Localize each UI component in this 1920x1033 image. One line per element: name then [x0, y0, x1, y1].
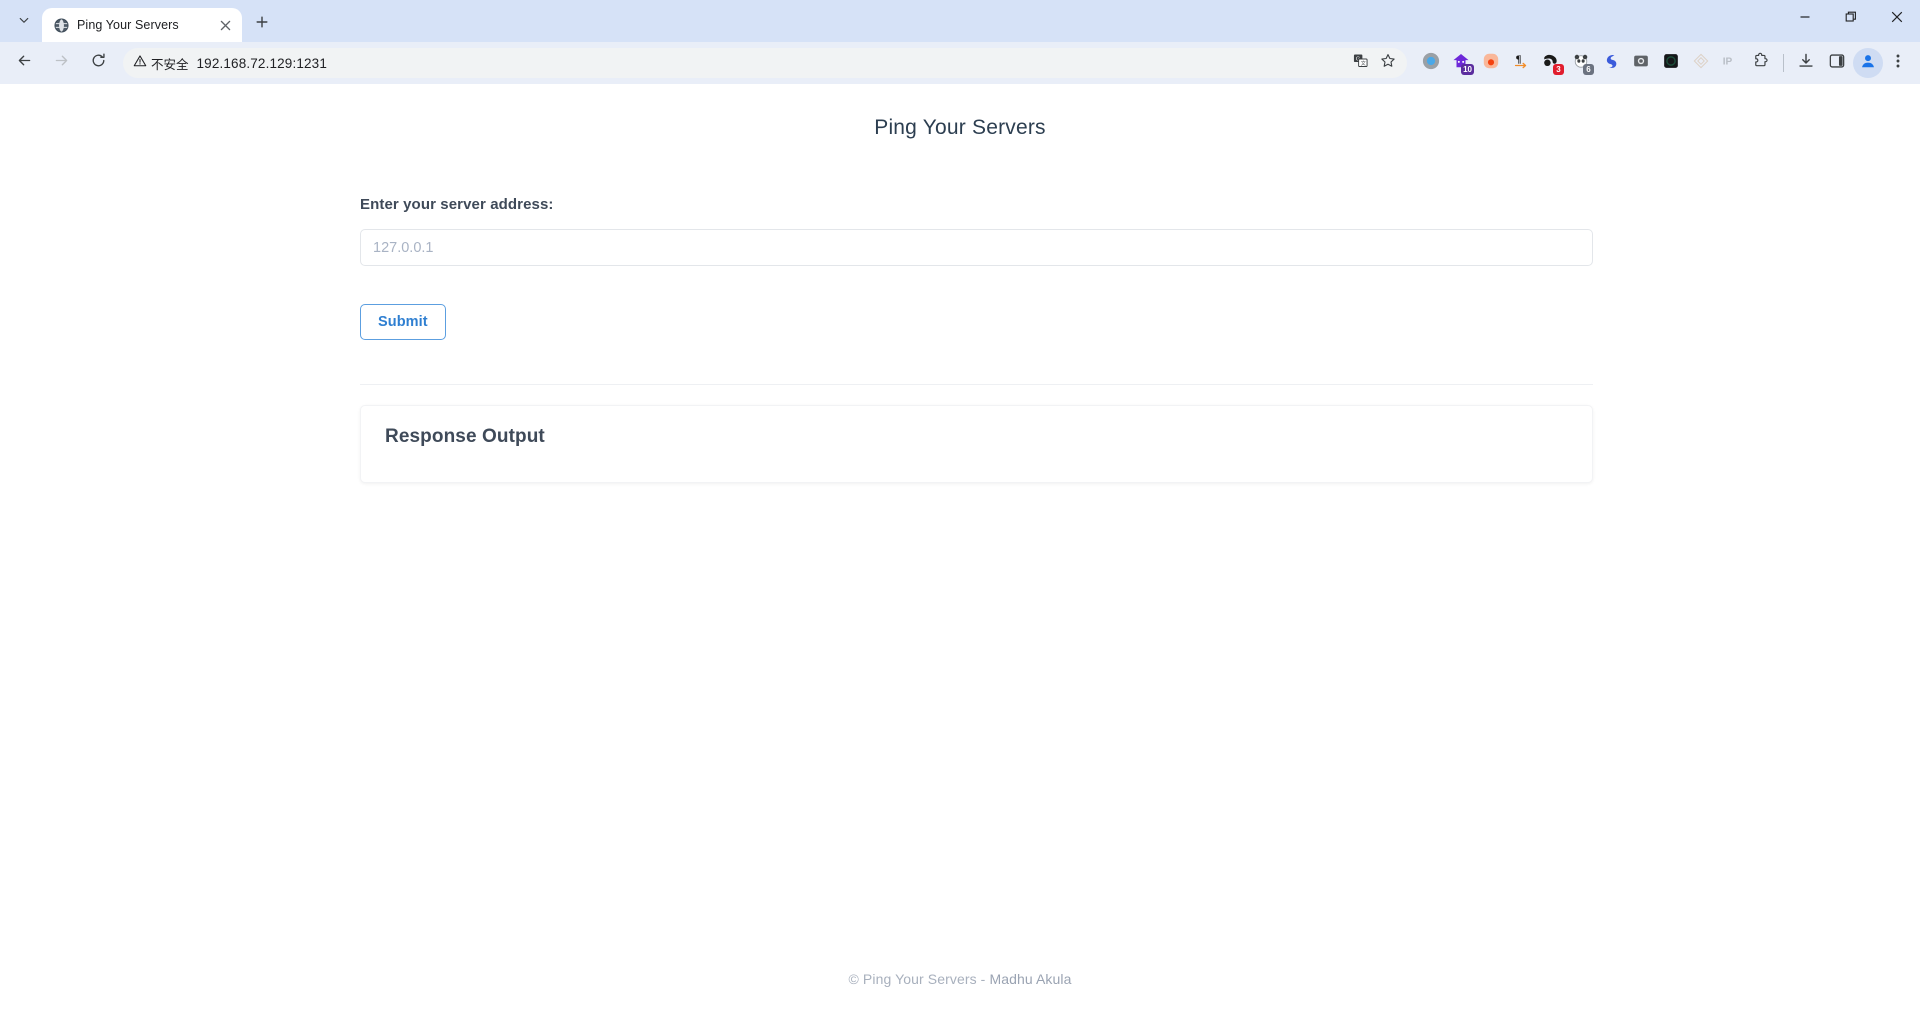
star-icon — [1380, 53, 1396, 74]
ext-diamond-outline-button[interactable] — [1686, 48, 1716, 78]
forward-arrow-icon — [53, 52, 70, 74]
reload-button[interactable] — [83, 48, 113, 78]
profile-button[interactable] — [1853, 48, 1883, 78]
response-output-heading: Response Output — [385, 426, 545, 447]
security-label: 不安全 — [151, 57, 189, 72]
submit-button[interactable]: Submit — [360, 304, 446, 340]
browser-menu-button[interactable] — [1884, 48, 1912, 78]
ext-orange-blob-button[interactable] — [1476, 48, 1506, 78]
chevron-down-icon — [18, 13, 30, 31]
ext-camera-gray-button[interactable] — [1626, 48, 1656, 78]
avatar-icon — [1859, 52, 1877, 75]
ext-dark-square-icon — [1662, 52, 1680, 75]
ext-panda-button[interactable]: 6 — [1566, 48, 1596, 78]
footer-copyright: © Ping Your Servers - — [848, 971, 990, 987]
close-window-button[interactable] — [1874, 0, 1920, 38]
svg-text:文: 文 — [1360, 60, 1365, 67]
globe-icon — [53, 17, 69, 33]
close-icon[interactable] — [216, 16, 234, 34]
new-tab-button[interactable] — [248, 10, 276, 38]
window-controls — [1782, 0, 1920, 38]
footer-author: Madhu Akula — [989, 971, 1072, 987]
tab-strip: Ping Your Servers — [0, 0, 1920, 42]
download-icon — [1797, 52, 1815, 75]
ext-camera-gray-icon — [1632, 52, 1650, 75]
ext-ip-label-icon: IP — [1720, 52, 1742, 75]
restore-icon — [1845, 10, 1857, 28]
ext-badge-count: 3 — [1553, 64, 1564, 75]
warning-triangle-icon — [133, 54, 147, 73]
page-container: Enter your server address: Submit Respon… — [345, 196, 1593, 483]
section-divider — [360, 384, 1593, 385]
omnibox-actions: G 文 — [1347, 50, 1401, 76]
address-bar[interactable]: 不安全 192.168.72.129:1231 G 文 — [123, 48, 1407, 78]
browser-tab[interactable]: Ping Your Servers — [42, 8, 242, 42]
ext-dark-square-button[interactable] — [1656, 48, 1686, 78]
page-title: Ping Your Servers — [874, 116, 1046, 139]
browser-toolbar: 不安全 192.168.72.129:1231 G 文 10 ¶ 3 6 IP — [0, 42, 1920, 84]
ext-black-red-button[interactable]: 3 — [1536, 48, 1566, 78]
ext-badge-count: 10 — [1461, 64, 1474, 75]
translate-icon: G 文 — [1353, 53, 1368, 73]
ext-blue-swirl-button[interactable] — [1596, 48, 1626, 78]
back-arrow-icon — [16, 52, 33, 74]
reload-icon — [90, 52, 107, 74]
ext-pilcrow-arrow-button[interactable]: ¶ — [1506, 48, 1536, 78]
ext-circle-blue-icon — [1422, 52, 1440, 75]
close-icon — [1891, 10, 1903, 28]
server-address-label: Enter your server address: — [360, 196, 554, 213]
ext-purple-house-button[interactable]: 10 — [1446, 48, 1476, 78]
extensions-puzzle-button[interactable] — [1746, 48, 1776, 78]
ext-blue-swirl-icon — [1602, 52, 1620, 75]
svg-text:¶: ¶ — [1516, 53, 1522, 65]
downloads-button[interactable] — [1791, 48, 1821, 78]
forward-button[interactable] — [46, 48, 76, 78]
minimize-icon — [1799, 10, 1811, 28]
ext-badge-count: 6 — [1583, 64, 1594, 75]
svg-text:IP: IP — [1723, 56, 1733, 67]
translate-button[interactable]: G 文 — [1347, 50, 1373, 76]
three-dot-menu-icon — [1890, 53, 1906, 74]
maximize-button[interactable] — [1828, 0, 1874, 38]
tab-search-button[interactable] — [10, 8, 38, 36]
toolbar-separator — [1783, 54, 1784, 72]
browser-window: Ping Your Servers 不安全 192.168.72.129:123… — [0, 0, 1920, 1033]
page-footer: © Ping Your Servers - Madhu Akula — [0, 971, 1920, 987]
extension-icons: 10 ¶ 3 6 IP — [1416, 48, 1776, 78]
bookmark-button[interactable] — [1375, 50, 1401, 76]
side-panel-icon — [1828, 52, 1846, 75]
response-output-card: Response Output — [360, 405, 1593, 483]
ext-pilcrow-arrow-icon: ¶ — [1512, 52, 1530, 75]
tab-title: Ping Your Servers — [77, 18, 179, 32]
side-panel-button[interactable] — [1822, 48, 1852, 78]
ext-orange-blob-icon — [1482, 52, 1500, 75]
ext-circle-blue-button[interactable] — [1416, 48, 1446, 78]
back-button[interactable] — [9, 48, 39, 78]
minimize-button[interactable] — [1782, 0, 1828, 38]
puzzle-piece-icon — [1752, 52, 1770, 75]
ext-diamond-outline-icon — [1692, 52, 1710, 75]
page-viewport: Ping Your Servers Enter your server addr… — [0, 84, 1920, 1033]
url-text[interactable]: 192.168.72.129:1231 — [197, 56, 1347, 71]
site-security-indicator[interactable]: 不安全 — [133, 54, 197, 73]
ext-ip-label-button[interactable]: IP — [1716, 48, 1746, 78]
server-address-input[interactable] — [360, 229, 1593, 266]
plus-icon — [255, 15, 269, 34]
